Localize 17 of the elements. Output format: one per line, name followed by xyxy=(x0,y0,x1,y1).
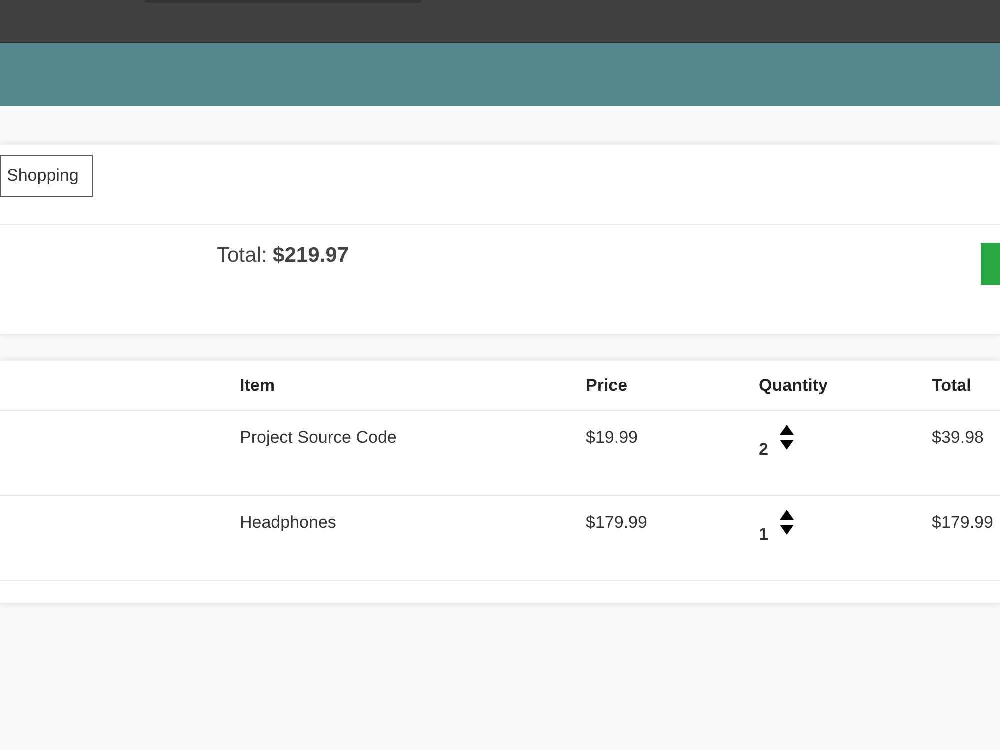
continue-shopping-button[interactable]: Shopping xyxy=(0,155,93,197)
column-header: Price xyxy=(586,376,628,395)
column-header: Total xyxy=(932,376,972,395)
stepper-arrows-icon[interactable] xyxy=(780,510,794,536)
column-header: Quantity xyxy=(759,376,828,395)
item-price: $19.99 xyxy=(586,428,638,447)
item-name: Headphones xyxy=(240,513,336,532)
line-total: $179.99 xyxy=(932,513,994,532)
checkout-button[interactable] xyxy=(981,243,1000,285)
item-price: $179.99 xyxy=(586,513,648,532)
column-header: Item xyxy=(240,376,275,395)
cart-total: Total: $219.97 xyxy=(217,243,349,269)
item-name: Project Source Code xyxy=(240,428,397,447)
stepper-arrows-icon[interactable] xyxy=(780,425,794,451)
quantity-value: 2 xyxy=(759,439,768,461)
quantity-value: 1 xyxy=(759,524,768,546)
line-total: $39.98 xyxy=(932,428,984,447)
